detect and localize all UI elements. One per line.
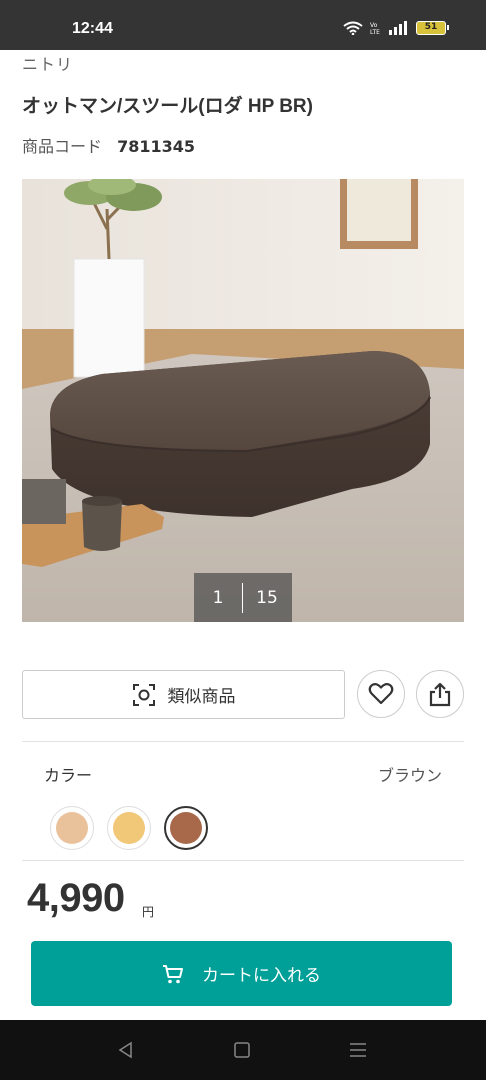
product-image[interactable]	[22, 179, 464, 622]
color-swatch-beige[interactable]	[50, 806, 94, 850]
similar-products-label: 類似商品	[167, 687, 236, 707]
product-code-label: 商品コード	[22, 137, 103, 156]
heart-icon	[368, 683, 394, 705]
add-to-cart-label: カートに入れる	[202, 966, 321, 986]
status-time: 12:44	[72, 20, 113, 37]
product-code-value: 7811345	[117, 137, 196, 156]
share-button[interactable]	[416, 670, 464, 718]
swatch-color	[56, 812, 88, 844]
image-pager: 1 15	[194, 573, 292, 622]
color-swatch-yellow[interactable]	[107, 806, 151, 850]
price-unit: 円	[142, 905, 155, 919]
svg-text:LTE: LTE	[370, 29, 380, 35]
cart-icon	[163, 964, 183, 983]
status-bar: 12:44 Vo LTE 51	[0, 0, 486, 50]
color-selected-name: ブラウン	[377, 766, 442, 785]
system-nav-bar	[0, 1020, 486, 1080]
status-icons: Vo LTE 51	[343, 21, 449, 35]
price-amount: 4,990	[27, 876, 125, 920]
home-icon[interactable]	[230, 1038, 254, 1062]
menu-icon[interactable]	[346, 1038, 370, 1062]
product-code-row: 商品コード 7811345	[22, 133, 195, 157]
back-icon[interactable]	[114, 1038, 138, 1062]
share-icon	[429, 682, 451, 707]
favorite-button[interactable]	[357, 670, 405, 718]
similar-products-button[interactable]: 類似商品	[22, 670, 345, 719]
product-title: オットマン/スツール(ロダ HP BR)	[22, 96, 313, 117]
brand-name[interactable]: ニトリ	[22, 51, 73, 75]
volte-icon: Vo LTE	[370, 22, 380, 35]
pager-current: 1	[212, 587, 224, 608]
section-divider	[22, 741, 464, 742]
swatch-color	[113, 812, 145, 844]
pager-total: 15	[256, 587, 278, 608]
color-swatch-brown[interactable]	[164, 806, 208, 850]
add-to-cart-button[interactable]: カートに入れる	[31, 941, 452, 1006]
wifi-icon	[343, 21, 363, 35]
signal-icon	[389, 21, 407, 35]
visual-search-icon	[132, 683, 155, 706]
swatch-color	[170, 812, 202, 844]
color-label: カラー	[44, 766, 93, 785]
section-divider	[22, 860, 464, 861]
battery-icon: 51	[416, 21, 449, 35]
svg-text:Vo: Vo	[370, 22, 378, 29]
